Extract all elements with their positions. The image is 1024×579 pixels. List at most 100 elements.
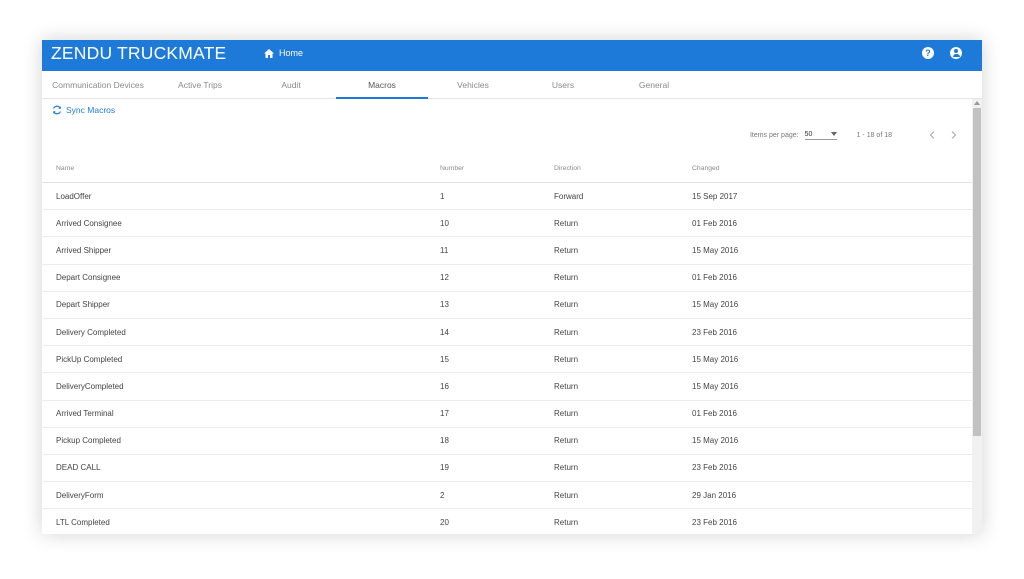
cell-number: 15 (440, 354, 449, 364)
cell-changed: 15 May 2016 (692, 300, 739, 310)
cell-number: 17 (440, 409, 449, 419)
table-row[interactable]: DEAD CALL 19 Return 23 Feb 2016 (42, 455, 972, 483)
cell-name: Depart Shipper (56, 300, 110, 310)
cell-name: LoadOffer (56, 191, 92, 201)
scrollbar-thumb[interactable] (973, 108, 981, 436)
table-row[interactable]: PickUp Completed 15 Return 15 May 2016 (42, 346, 972, 374)
cell-changed: 01 Feb 2016 (692, 273, 737, 283)
items-per-page-label: Items per page: (749, 131, 799, 139)
cell-name: Pickup Completed (56, 436, 121, 446)
home-icon (264, 48, 274, 58)
previous-page-button[interactable] (926, 129, 938, 141)
macros-panel: Sync Macros Items per page: 50 1 - 18 of… (42, 99, 972, 534)
chevron-right-icon (951, 131, 957, 139)
cell-name: Depart Consignee (56, 273, 121, 283)
cell-name: DeliveryCompleted (56, 381, 124, 391)
cell-changed: 01 Feb 2016 (692, 409, 737, 419)
cell-direction: Return (554, 381, 579, 391)
table-row[interactable]: LoadOffer 1 Forward 15 Sep 2017 (42, 183, 972, 211)
cell-direction: Return (554, 409, 579, 419)
cell-direction: Return (554, 218, 579, 228)
table-row[interactable]: Depart Shipper 13 Return 15 May 2016 (42, 292, 972, 319)
table-row[interactable]: Pickup Completed 18 Return 15 May 2016 (42, 428, 972, 455)
table-header: Name Number Direction Changed (42, 155, 972, 183)
cell-number: 2 (440, 490, 445, 500)
cell-direction: Return (554, 436, 579, 446)
cell-number: 13 (440, 300, 449, 310)
scroll-up-arrow-icon[interactable] (974, 101, 980, 105)
next-page-button[interactable] (948, 129, 960, 141)
cell-number: 14 (440, 327, 449, 337)
cell-name: DEAD CALL (56, 463, 101, 473)
help-icon[interactable]: ? (922, 47, 934, 59)
header-direction[interactable]: Direction (554, 165, 581, 172)
table-row[interactable]: Depart Consignee 12 Return 01 Feb 2016 (42, 265, 972, 292)
app-title: ZENDU TRUCKMATE (51, 43, 227, 63)
macros-table: Name Number Direction Changed LoadOffer 1… (42, 155, 972, 534)
tab-active-trips[interactable]: Active Trips (154, 71, 246, 99)
table-row[interactable]: Arrived Shipper 11 Return 15 May 2016 (42, 237, 972, 265)
table-row[interactable]: LTL Completed 20 Return 23 Feb 2016 (42, 509, 972, 534)
chevron-left-icon (929, 131, 935, 139)
cell-number: 10 (440, 218, 449, 228)
sync-macros-button[interactable]: Sync Macros (52, 105, 115, 115)
tab-general[interactable]: General (608, 71, 700, 99)
items-per-page-value: 50 (804, 130, 813, 138)
tab-communication-devices[interactable]: Communication Devices (42, 71, 154, 99)
tab-bar: Communication Devices Active Trips Audit… (42, 71, 982, 99)
cell-changed: 15 May 2016 (692, 381, 739, 391)
header-name[interactable]: Name (56, 165, 74, 172)
cell-changed: 23 Feb 2016 (692, 517, 737, 527)
cell-name: DeliveryForm (56, 490, 104, 500)
cell-changed: 15 May 2016 (692, 354, 739, 364)
cell-name: Arrived Consignee (56, 218, 122, 228)
cell-name: LTL Completed (56, 517, 110, 527)
header-changed[interactable]: Changed (692, 165, 720, 172)
cell-number: 11 (440, 245, 449, 255)
cell-direction: Return (554, 517, 579, 527)
tab-macros[interactable]: Macros (336, 71, 428, 99)
cell-direction: Return (554, 273, 579, 283)
cell-number: 19 (440, 463, 449, 473)
cell-direction: Return (554, 354, 579, 364)
paginator: Items per page: 50 1 - 18 of 18 (750, 129, 960, 141)
cell-direction: Forward (554, 191, 584, 201)
table-row[interactable]: DeliveryForm 2 Return 29 Jan 2016 (42, 482, 972, 510)
sync-macros-label: Sync Macros (66, 105, 116, 115)
table-row[interactable]: Arrived Consignee 10 Return 01 Feb 2016 (42, 210, 972, 238)
tab-audit[interactable]: Audit (246, 71, 336, 99)
cell-direction: Return (554, 300, 579, 310)
cell-direction: Return (554, 490, 579, 500)
cell-name: Delivery Completed (56, 327, 126, 337)
cell-number: 18 (440, 436, 449, 446)
cell-number: 20 (440, 517, 449, 527)
cell-changed: 15 May 2016 (692, 436, 739, 446)
cell-changed: 23 Feb 2016 (692, 463, 737, 473)
cell-changed: 15 May 2016 (692, 245, 739, 255)
cell-direction: Return (554, 327, 579, 337)
cell-changed: 29 Jan 2016 (692, 490, 737, 500)
home-label: Home (279, 48, 304, 58)
vertical-scrollbar[interactable] (972, 99, 982, 534)
sync-icon (53, 105, 61, 115)
cell-changed: 01 Feb 2016 (692, 218, 737, 228)
tab-vehicles[interactable]: Vehicles (428, 71, 518, 99)
table-row[interactable]: Arrived Terminal 17 Return 01 Feb 2016 (42, 401, 972, 428)
cell-direction: Return (554, 463, 579, 473)
cell-name: PickUp Completed (56, 354, 123, 364)
cell-number: 1 (440, 191, 445, 201)
table-row[interactable]: DeliveryCompleted 16 Return 15 May 2016 (42, 373, 972, 401)
items-per-page-select[interactable]: 50 (804, 130, 837, 140)
cell-number: 12 (440, 273, 449, 283)
header-number[interactable]: Number (440, 165, 464, 172)
cell-direction: Return (554, 245, 579, 255)
top-bar: ZENDU TRUCKMATE Home ? (42, 40, 982, 71)
app-window: ZENDU TRUCKMATE Home ? Communication Dev… (42, 40, 982, 534)
dropdown-arrow-icon (830, 132, 837, 136)
home-link[interactable]: Home (264, 48, 303, 58)
account-icon[interactable] (950, 47, 962, 59)
table-row[interactable]: Delivery Completed 14 Return 23 Feb 2016 (42, 319, 972, 347)
cell-changed: 15 Sep 2017 (692, 191, 738, 201)
cell-name: Arrived Terminal (56, 409, 114, 419)
tab-users[interactable]: Users (518, 71, 608, 99)
